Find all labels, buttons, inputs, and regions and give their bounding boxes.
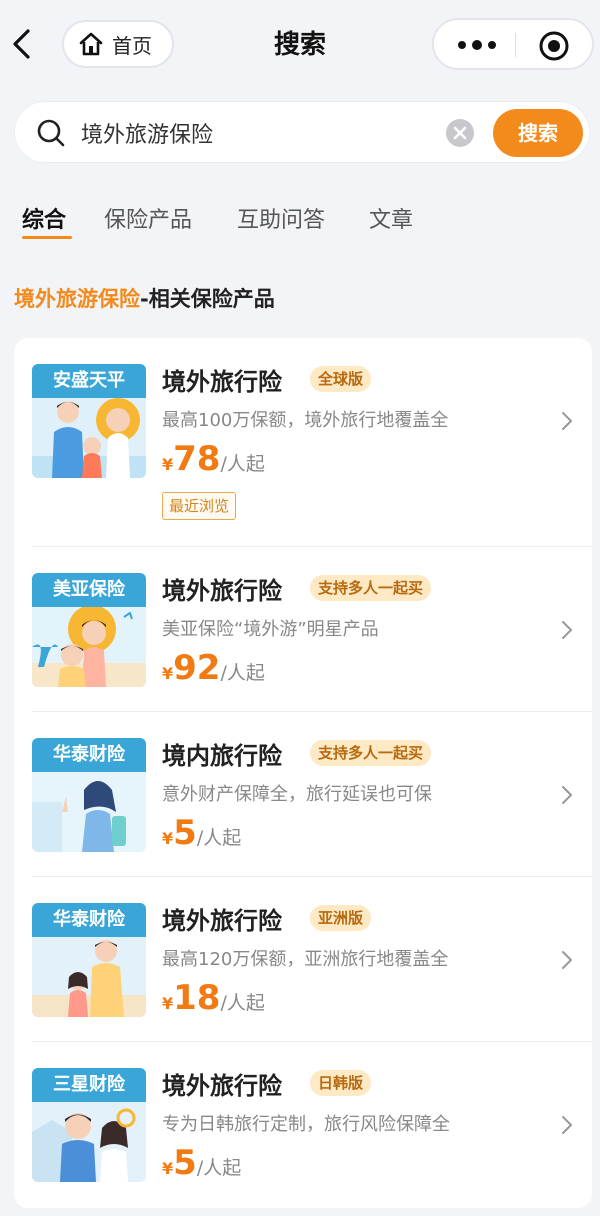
search-icon bbox=[37, 119, 65, 147]
chevron-right-icon bbox=[562, 951, 572, 969]
product-item[interactable]: 华泰财险 境内旅行险 支持多人一起买 意外财产保障全，旅行延误也可保 ¥5/人起 bbox=[14, 712, 592, 877]
currency-symbol: ¥ bbox=[162, 664, 174, 683]
product-title: 境外旅行险 bbox=[162, 577, 282, 605]
clear-icon[interactable] bbox=[446, 119, 474, 147]
product-title: 境外旅行险 bbox=[162, 368, 282, 396]
close-target-icon[interactable] bbox=[538, 30, 570, 62]
price-value: 92 bbox=[173, 648, 221, 688]
product-item[interactable]: 安盛天平 境外旅行险 全球版 最高100万保额，境外旅行地覆盖全 ¥78/人起 … bbox=[14, 338, 592, 547]
currency-symbol: ¥ bbox=[162, 1159, 174, 1178]
couple-sightseeing-illustration-icon bbox=[32, 1102, 146, 1182]
section-title-highlight: 境外旅游保险 bbox=[14, 287, 140, 311]
product-description: 最高120万保额，亚洲旅行地覆盖全 bbox=[162, 949, 449, 970]
active-tab-indicator bbox=[22, 236, 72, 239]
search-button[interactable]: 搜索 bbox=[493, 109, 583, 157]
product-tag: 支持多人一起买 bbox=[310, 740, 432, 766]
chevron-right-icon bbox=[562, 1116, 572, 1134]
section-title: 境外旅游保险-相关保险产品 bbox=[14, 283, 275, 313]
product-thumbnail: 美亚保险 bbox=[32, 573, 146, 687]
product-thumbnail: 三星财险 bbox=[32, 1068, 146, 1182]
family-illustration-icon bbox=[32, 398, 146, 478]
currency-symbol: ¥ bbox=[162, 994, 174, 1013]
capsule-divider bbox=[515, 33, 516, 57]
price-unit: /人起 bbox=[220, 992, 265, 1014]
recently-viewed-badge: 最近浏览 bbox=[162, 492, 237, 520]
father-child-illustration-icon bbox=[32, 937, 146, 1017]
price-unit: /人起 bbox=[220, 662, 265, 684]
insurer-brand: 安盛天平 bbox=[32, 364, 146, 398]
price-value: 5 bbox=[173, 813, 197, 853]
product-price: ¥5/人起 bbox=[162, 813, 241, 853]
product-tag: 全球版 bbox=[310, 366, 372, 392]
product-price: ¥18/人起 bbox=[162, 978, 265, 1018]
insurer-brand: 美亚保险 bbox=[32, 573, 146, 607]
insurer-brand: 三星财险 bbox=[32, 1068, 146, 1102]
product-description: 最高100万保额，境外旅行地覆盖全 bbox=[162, 410, 449, 431]
chevron-right-icon bbox=[562, 621, 572, 639]
product-price: ¥5/人起 bbox=[162, 1143, 241, 1183]
product-item[interactable]: 美亚保险 境外旅行险 支持多人一起买 美亚保险“境外游”明星产品 ¥92/人起 bbox=[14, 547, 592, 712]
price-unit: /人起 bbox=[196, 1157, 242, 1179]
product-thumbnail: 华泰财险 bbox=[32, 903, 146, 1017]
traveler-illustration-icon bbox=[32, 772, 146, 852]
chevron-right-icon bbox=[562, 412, 572, 430]
currency-symbol: ¥ bbox=[162, 455, 174, 474]
product-item[interactable]: 三星财险 境外旅行险 日韩版 专为日韩旅行定制，旅行风险保障全 ¥5/人起 bbox=[14, 1042, 592, 1208]
tab-insurance-products[interactable]: 保险产品 bbox=[104, 202, 192, 234]
product-thumbnail: 华泰财险 bbox=[32, 738, 146, 852]
beach-couple-illustration-icon bbox=[32, 607, 146, 687]
search-bar: 搜索 bbox=[14, 101, 590, 163]
tab-qa[interactable]: 互助问答 bbox=[237, 202, 325, 234]
mini-program-capsule bbox=[432, 18, 594, 70]
product-tag: 日韩版 bbox=[310, 1070, 372, 1096]
tab-articles[interactable]: 文章 bbox=[369, 202, 413, 234]
result-tabs: 综合 保险产品 互助问答 文章 bbox=[0, 196, 600, 246]
product-item[interactable]: 华泰财险 境外旅行险 亚洲版 最高120万保额，亚洲旅行地覆盖全 ¥18/人起 bbox=[14, 877, 592, 1042]
price-unit: /人起 bbox=[220, 453, 265, 475]
nav-bar: 首页 搜索 bbox=[0, 0, 600, 90]
insurer-brand: 华泰财险 bbox=[32, 738, 146, 772]
product-title: 境内旅行险 bbox=[162, 742, 282, 770]
product-description: 美亚保险“境外游”明星产品 bbox=[162, 619, 379, 640]
section-title-rest: -相关保险产品 bbox=[140, 287, 275, 311]
insurer-brand: 华泰财险 bbox=[32, 903, 146, 937]
currency-symbol: ¥ bbox=[162, 829, 174, 848]
product-price: ¥78/人起 bbox=[162, 439, 265, 479]
tab-all[interactable]: 综合 bbox=[22, 202, 66, 234]
price-value: 5 bbox=[173, 1143, 197, 1183]
product-list: 安盛天平 境外旅行险 全球版 最高100万保额，境外旅行地覆盖全 ¥78/人起 … bbox=[14, 338, 592, 1208]
product-description: 专为日韩旅行定制，旅行风险保障全 bbox=[162, 1114, 450, 1135]
product-price: ¥92/人起 bbox=[162, 648, 265, 688]
price-value: 18 bbox=[173, 978, 221, 1018]
price-unit: /人起 bbox=[196, 827, 242, 849]
chevron-right-icon bbox=[562, 786, 572, 804]
product-description: 意外财产保障全，旅行延误也可保 bbox=[162, 784, 432, 805]
product-thumbnail: 安盛天平 bbox=[32, 364, 146, 478]
product-title: 境外旅行险 bbox=[162, 1072, 282, 1100]
product-tag: 亚洲版 bbox=[310, 905, 372, 931]
product-tag: 支持多人一起买 bbox=[310, 575, 432, 601]
price-value: 78 bbox=[173, 439, 221, 479]
product-title: 境外旅行险 bbox=[162, 907, 282, 935]
search-input[interactable] bbox=[81, 115, 441, 151]
more-icon[interactable] bbox=[456, 34, 498, 56]
